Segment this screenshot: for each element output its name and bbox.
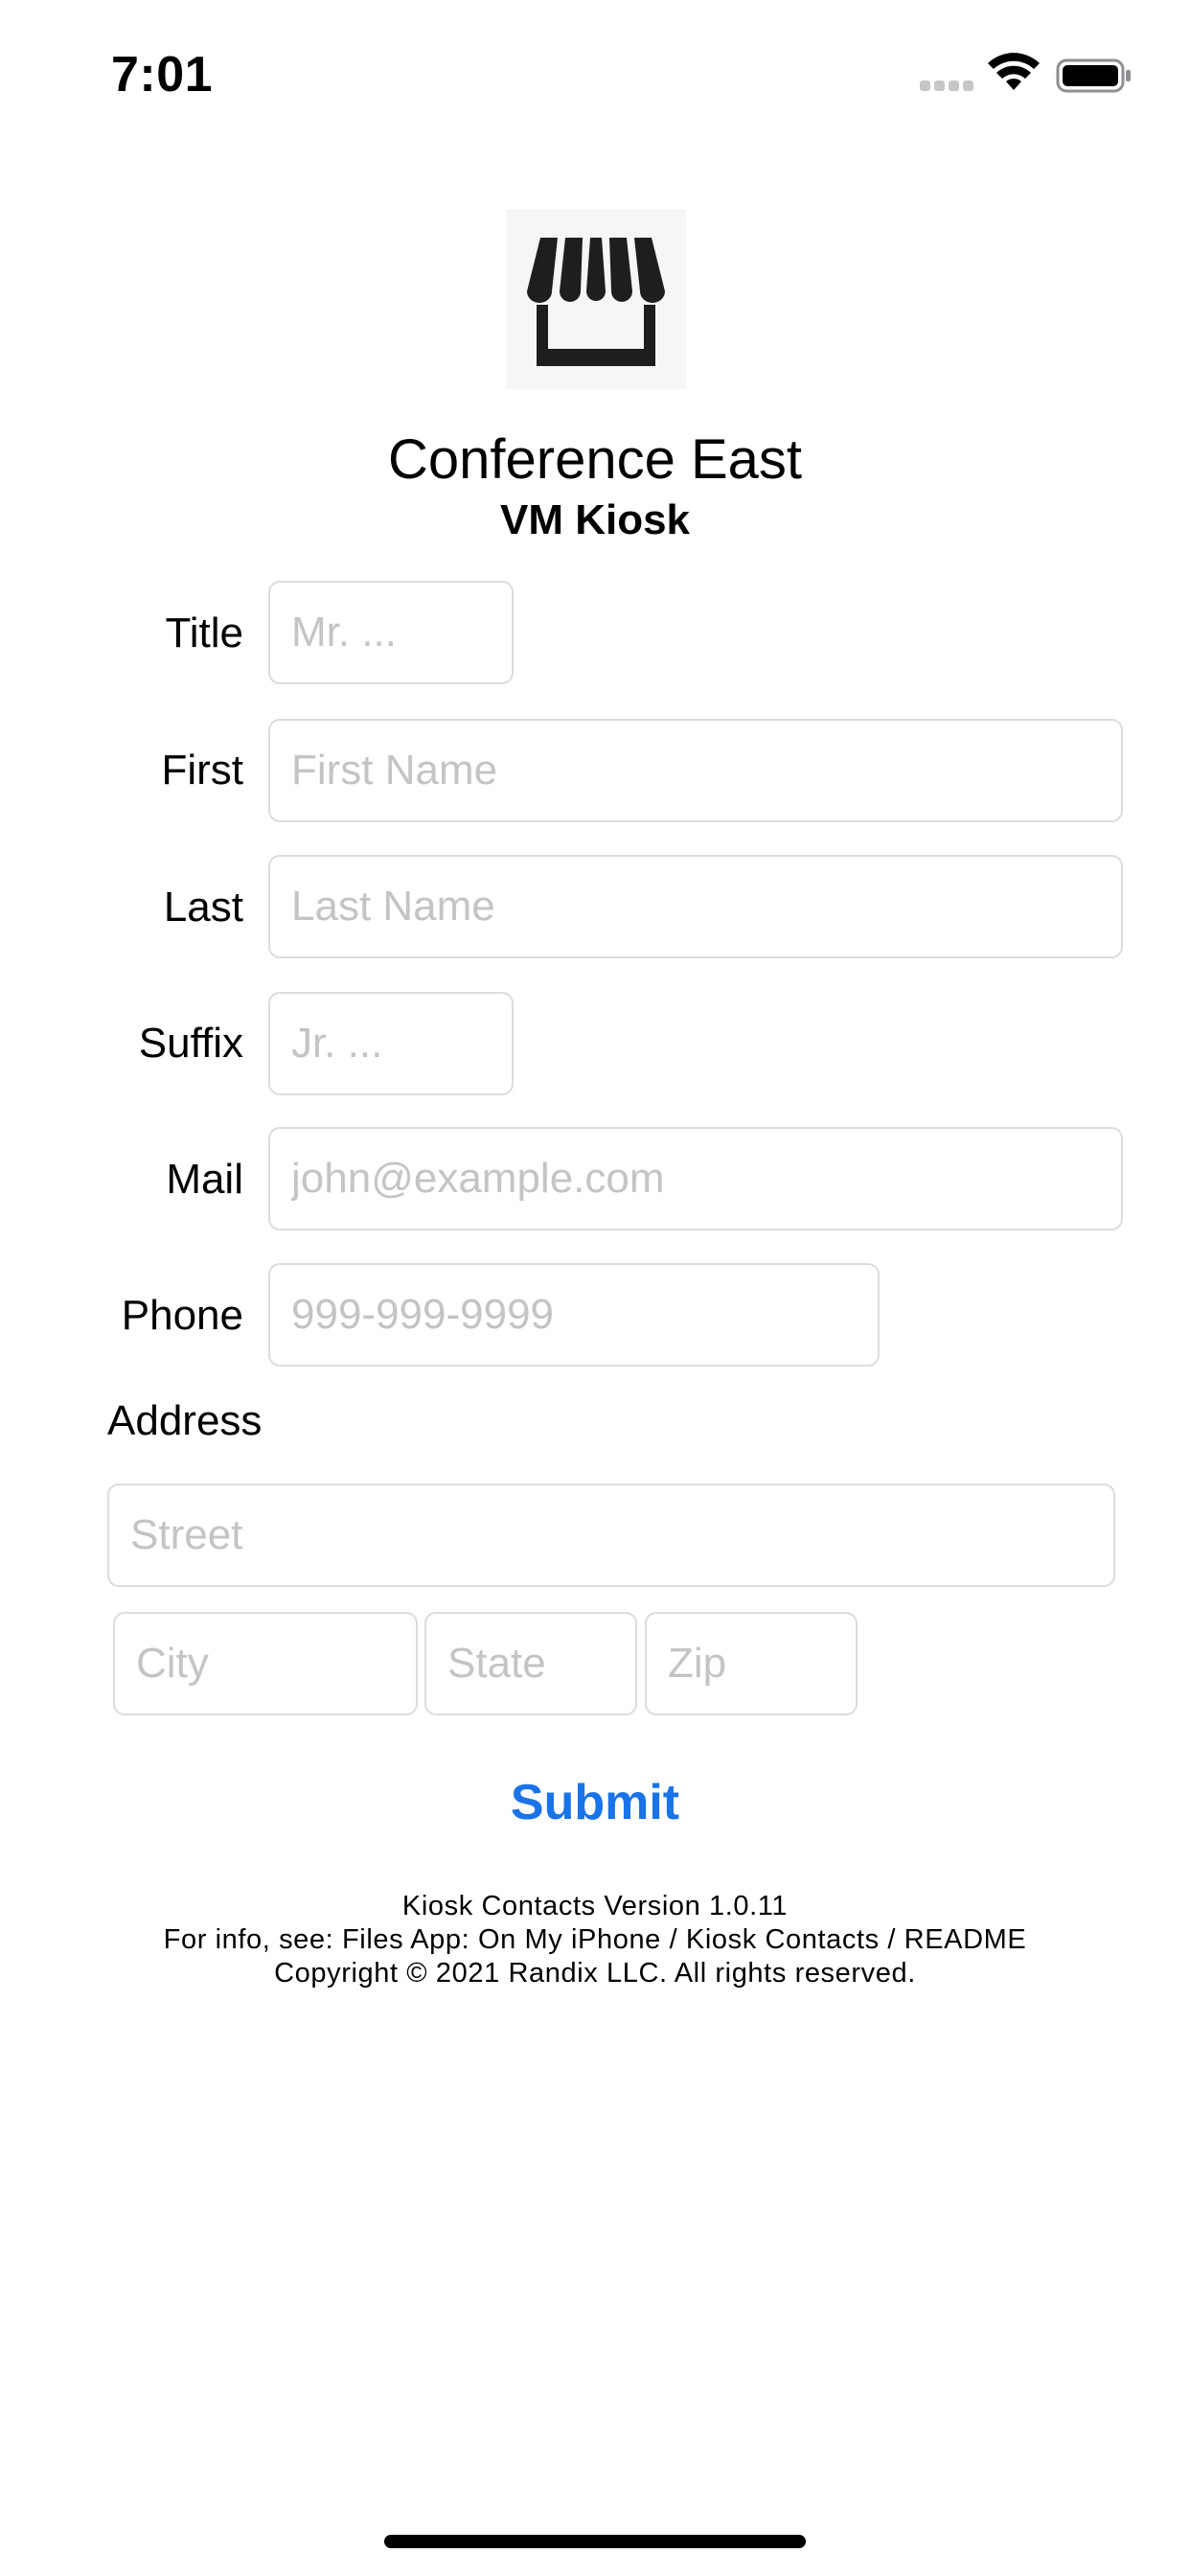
storefront-awning-icon [506,209,686,389]
submit-button[interactable]: Submit [0,1773,1190,1832]
city-input[interactable] [113,1612,418,1715]
cellular-signal-icon [920,80,977,94]
email-input[interactable] [268,1127,1123,1230]
footer: Kiosk Contacts Version 1.0.11 For info, … [0,1890,1190,1990]
mail-label: Mail [166,1156,243,1203]
page-title: Conference East [387,428,803,491]
first-name-input[interactable] [268,719,1123,822]
title-label: Title [165,610,244,656]
wifi-icon [988,53,1040,90]
suffix-input[interactable] [268,992,514,1095]
title-input[interactable] [268,581,514,684]
last-name-label: Last [163,884,243,931]
copyright-text: Copyright © 2021 Randix LLC. All rights … [274,1958,916,1989]
last-name-input[interactable] [268,855,1123,958]
readme-info-text: For info, see: Files App: On My iPhone /… [163,1924,1027,1955]
first-name-label: First [161,747,243,794]
version-text: Kiosk Contacts Version 1.0.11 [401,1891,789,1921]
zip-input[interactable] [645,1612,858,1715]
page-subtitle: VM Kiosk [499,496,691,543]
suffix-label: Suffix [138,1020,243,1067]
state-input[interactable] [424,1612,637,1715]
phone-label: Phone [121,1292,243,1339]
street-input[interactable] [107,1484,1115,1587]
battery-icon [1056,58,1131,93]
address-label: Address [107,1397,263,1444]
status-time: 7:01 [111,47,214,103]
home-indicator[interactable] [384,2535,806,2548]
phone-input[interactable] [268,1263,880,1367]
